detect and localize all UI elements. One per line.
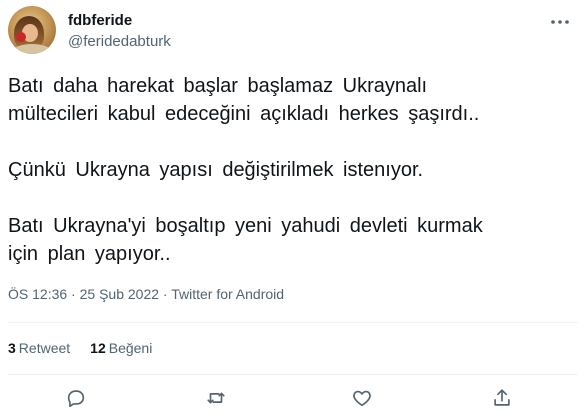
share-icon[interactable]	[488, 386, 516, 410]
like-stat[interactable]: 12 Beğeni	[90, 340, 152, 356]
heart-icon[interactable]	[348, 386, 376, 410]
divider-bottom	[8, 374, 578, 375]
tweet-meta: ÖS 12:36 · 25 Şub 2022 · Twitter for And…	[8, 286, 284, 302]
avatar[interactable]	[8, 6, 56, 54]
user-handle[interactable]: @feridedabturk	[68, 33, 171, 50]
retweet-count: 3	[8, 340, 16, 356]
retweet-stat[interactable]: 3 Retweet	[8, 340, 70, 356]
retweet-label: Retweet	[18, 340, 71, 356]
avatar-shoulder	[12, 44, 52, 54]
retweet-icon[interactable]	[202, 386, 230, 410]
tweet-time[interactable]: ÖS 12:36	[8, 286, 67, 302]
action-bar	[0, 380, 586, 416]
divider-top	[8, 322, 578, 323]
like-label: Beğeni	[108, 340, 153, 356]
tweet-text: Batı daha harekat başlar başlamaz Ukrayn…	[8, 75, 483, 265]
meta-separator-2: ·	[162, 286, 168, 302]
tweet-stats: 3 Retweet 12 Beğeni	[8, 340, 152, 356]
meta-separator: ·	[71, 286, 76, 302]
tweet-date[interactable]: 25 Şub 2022	[80, 286, 159, 302]
avatar-flower	[16, 32, 26, 42]
reply-icon[interactable]	[62, 386, 90, 410]
tweet-source[interactable]: Twitter for Android	[171, 286, 284, 302]
display-name[interactable]: fdbferide	[68, 12, 132, 29]
like-count: 12	[90, 340, 106, 356]
tweet-card: fdbferide @feridedabturk Batı daha harek…	[0, 0, 586, 420]
more-dots-icon[interactable]	[548, 12, 572, 32]
